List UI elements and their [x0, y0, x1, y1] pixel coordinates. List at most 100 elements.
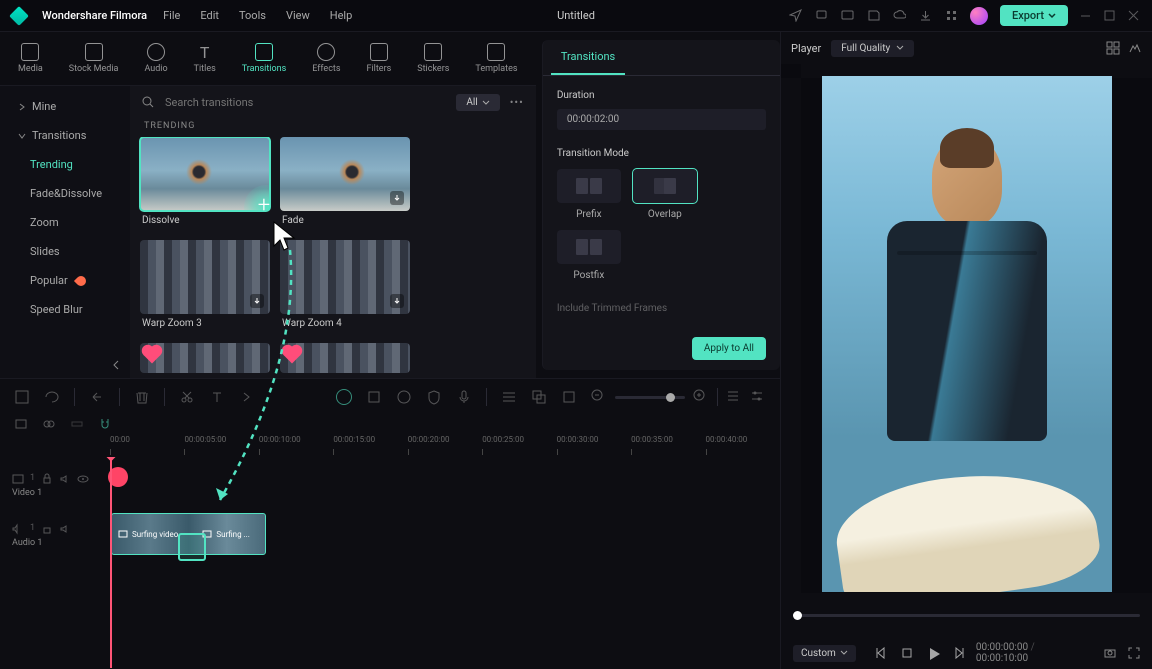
menu-edit[interactable]: Edit: [200, 9, 219, 22]
tl-magnet-icon[interactable]: [98, 417, 114, 433]
camera-icon[interactable]: [1103, 646, 1116, 660]
tl-shield-icon[interactable]: [426, 389, 442, 405]
tl-tool-1[interactable]: [14, 389, 30, 405]
sidebar-cat-fade[interactable]: Fade&Dissolve: [0, 179, 130, 208]
duration-label: Duration: [557, 90, 766, 101]
fullscreen-icon[interactable]: [1127, 646, 1140, 660]
sidebar-cat-speedblur[interactable]: Speed Blur: [0, 295, 130, 324]
grid-icon[interactable]: [1106, 41, 1120, 55]
tl-tool-lasso[interactable]: [44, 389, 60, 405]
heart-icon: [144, 347, 161, 364]
download-icon[interactable]: [918, 9, 932, 23]
tab-effects[interactable]: Effects: [312, 43, 340, 74]
prev-frame-icon[interactable]: [874, 646, 888, 660]
sidebar-cat-slides[interactable]: Slides: [0, 237, 130, 266]
mute-icon[interactable]: [59, 473, 71, 485]
close-button[interactable]: [1128, 10, 1140, 22]
monitor-icon[interactable]: [840, 9, 854, 23]
menu-help[interactable]: Help: [330, 9, 353, 22]
tl-trackopt-3[interactable]: [70, 417, 86, 433]
stop-icon[interactable]: [900, 646, 914, 660]
mode-label: Transition Mode: [557, 148, 766, 159]
zoom-in-icon[interactable]: [693, 389, 709, 405]
play-icon[interactable]: [926, 646, 940, 660]
tl-crop-icon[interactable]: [366, 389, 382, 405]
mode-prefix[interactable]: [557, 169, 621, 203]
menu-view[interactable]: View: [286, 9, 310, 22]
drag-arrow-icon: [210, 240, 330, 520]
tl-color-icon[interactable]: [336, 389, 352, 405]
list-view-icon[interactable]: [726, 389, 742, 405]
download-icon[interactable]: [390, 294, 404, 308]
menu-file[interactable]: File: [163, 9, 180, 22]
audio-track-icon: [12, 523, 24, 535]
tab-media[interactable]: Media: [18, 43, 43, 74]
tl-speed-icon[interactable]: [396, 389, 412, 405]
quality-select[interactable]: Full Quality: [831, 40, 914, 57]
fire-icon: [74, 273, 88, 287]
apply-to-all-button[interactable]: Apply to All: [692, 337, 766, 360]
next-frame-icon[interactable]: [952, 646, 966, 660]
playback-scrubber[interactable]: [793, 614, 1140, 617]
timeline-ruler[interactable]: 00:00 00:00:05:00 00:00:10:00 00:00:15:0…: [0, 435, 780, 457]
scope-icon[interactable]: [1128, 41, 1142, 55]
transition-card-dissolve[interactable]: +: [140, 137, 270, 211]
tab-stickers[interactable]: Stickers: [417, 43, 449, 74]
export-button[interactable]: Export: [1000, 5, 1068, 26]
lock-icon[interactable]: [41, 523, 53, 535]
zoom-out-icon[interactable]: [591, 389, 607, 405]
tl-trackopt-2[interactable]: [42, 417, 58, 433]
apps-icon[interactable]: [944, 9, 958, 23]
more-icon[interactable]: •••: [510, 96, 524, 109]
playhead[interactable]: [110, 457, 112, 668]
app-logo: [9, 6, 29, 26]
tab-filters[interactable]: Filters: [367, 43, 392, 74]
maximize-button[interactable]: [1104, 10, 1116, 22]
save-icon[interactable]: [866, 9, 880, 23]
transition-region[interactable]: [178, 533, 206, 561]
search-input[interactable]: [165, 96, 446, 109]
download-icon[interactable]: [390, 191, 404, 205]
tab-audio[interactable]: Audio: [144, 43, 167, 74]
chevron-left-icon[interactable]: [112, 360, 122, 370]
tl-trackopt-1[interactable]: [14, 417, 30, 433]
settings-icon[interactable]: [750, 389, 766, 405]
add-transition-button[interactable]: +: [244, 185, 270, 211]
transition-card-fade[interactable]: [280, 137, 410, 211]
tl-cut-icon[interactable]: [179, 389, 195, 405]
tl-align-icon[interactable]: [501, 389, 517, 405]
tl-delete-icon[interactable]: [134, 389, 150, 405]
tab-transitions[interactable]: Transitions: [242, 43, 287, 74]
prop-tab-transitions[interactable]: Transitions: [551, 40, 625, 75]
preview-zoom-select[interactable]: Custom: [793, 645, 856, 662]
device-icon[interactable]: [814, 9, 828, 23]
filter-all[interactable]: All: [456, 94, 499, 111]
sidebar-mine[interactable]: Mine: [0, 92, 130, 121]
send-icon[interactable]: [788, 9, 802, 23]
tl-mic-icon[interactable]: [456, 389, 472, 405]
zoom-slider[interactable]: [615, 396, 685, 399]
mute-icon[interactable]: [59, 523, 71, 535]
avatar[interactable]: [970, 7, 988, 25]
sidebar-cat-zoom[interactable]: Zoom: [0, 208, 130, 237]
menu-tools[interactable]: Tools: [239, 9, 266, 22]
time-total: 00:00:10:00: [976, 653, 1028, 664]
minimize-button[interactable]: [1080, 10, 1092, 22]
player-label: Player: [791, 42, 821, 55]
duration-field[interactable]: 00:00:02:00: [557, 109, 766, 130]
mode-postfix[interactable]: [557, 230, 621, 264]
tab-stock-media[interactable]: Stock Media: [69, 43, 119, 74]
cloud-icon[interactable]: [892, 9, 906, 23]
tl-layers-icon[interactable]: [531, 389, 547, 405]
tab-templates[interactable]: Templates: [475, 43, 517, 74]
tl-marker-icon[interactable]: [561, 389, 577, 405]
sidebar-cat-trending[interactable]: Trending: [0, 150, 130, 179]
tl-undo-icon[interactable]: [89, 389, 105, 405]
sidebar-transitions[interactable]: Transitions: [0, 121, 130, 150]
sidebar-cat-popular[interactable]: Popular: [0, 266, 130, 295]
preview-canvas[interactable]: [822, 76, 1112, 592]
mode-overlap[interactable]: [633, 169, 697, 203]
tab-titles[interactable]: TTitles: [194, 43, 216, 74]
lock-icon[interactable]: [41, 473, 53, 485]
eye-icon[interactable]: [77, 473, 89, 485]
